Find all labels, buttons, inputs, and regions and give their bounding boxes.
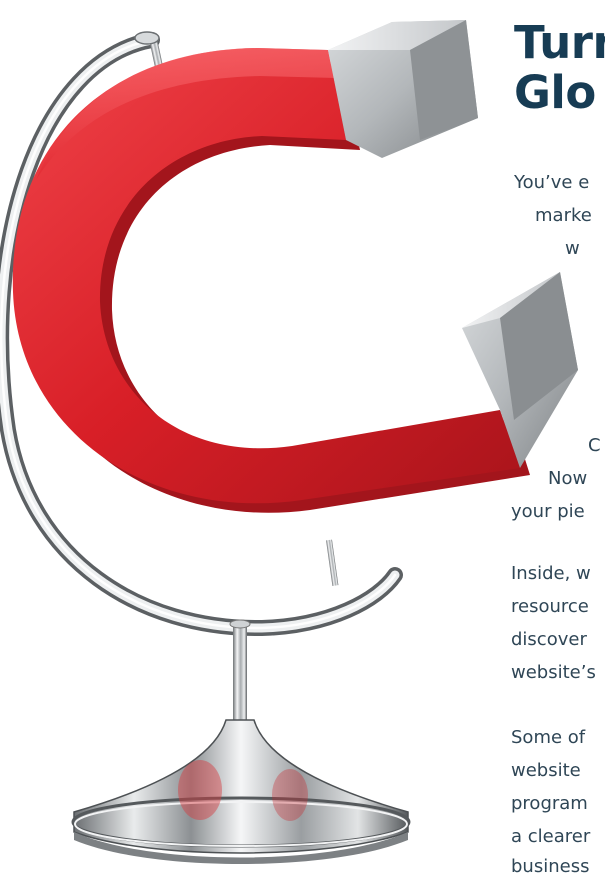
body-line: business xyxy=(511,856,590,877)
body-line: your pie xyxy=(511,501,585,522)
globe-bottom-pivot xyxy=(326,539,339,586)
body-line: website’s xyxy=(511,662,596,683)
body-line: website xyxy=(511,760,581,781)
body-line: discover xyxy=(511,629,587,650)
body-line: w xyxy=(565,238,580,259)
body-line: a clearer xyxy=(511,826,591,847)
globe-stand-base xyxy=(71,719,411,864)
globe-stand-stem xyxy=(229,619,251,722)
body-line: C xyxy=(588,435,601,456)
body-line: You’ve e xyxy=(514,172,590,193)
magnet-upper-tip xyxy=(328,20,478,158)
body-line: Now xyxy=(548,468,588,489)
body-line: Some of xyxy=(511,727,586,748)
heading-line-2: Glo xyxy=(514,66,596,119)
horseshoe-magnet xyxy=(12,20,578,513)
heading-line-1: Turn xyxy=(514,16,605,69)
body-line: Inside, w xyxy=(511,563,591,584)
body-line: resource xyxy=(511,596,589,617)
body-line: marke xyxy=(535,205,592,226)
body-line: program xyxy=(511,793,588,814)
page-heading: Turn Glo xyxy=(514,18,605,118)
